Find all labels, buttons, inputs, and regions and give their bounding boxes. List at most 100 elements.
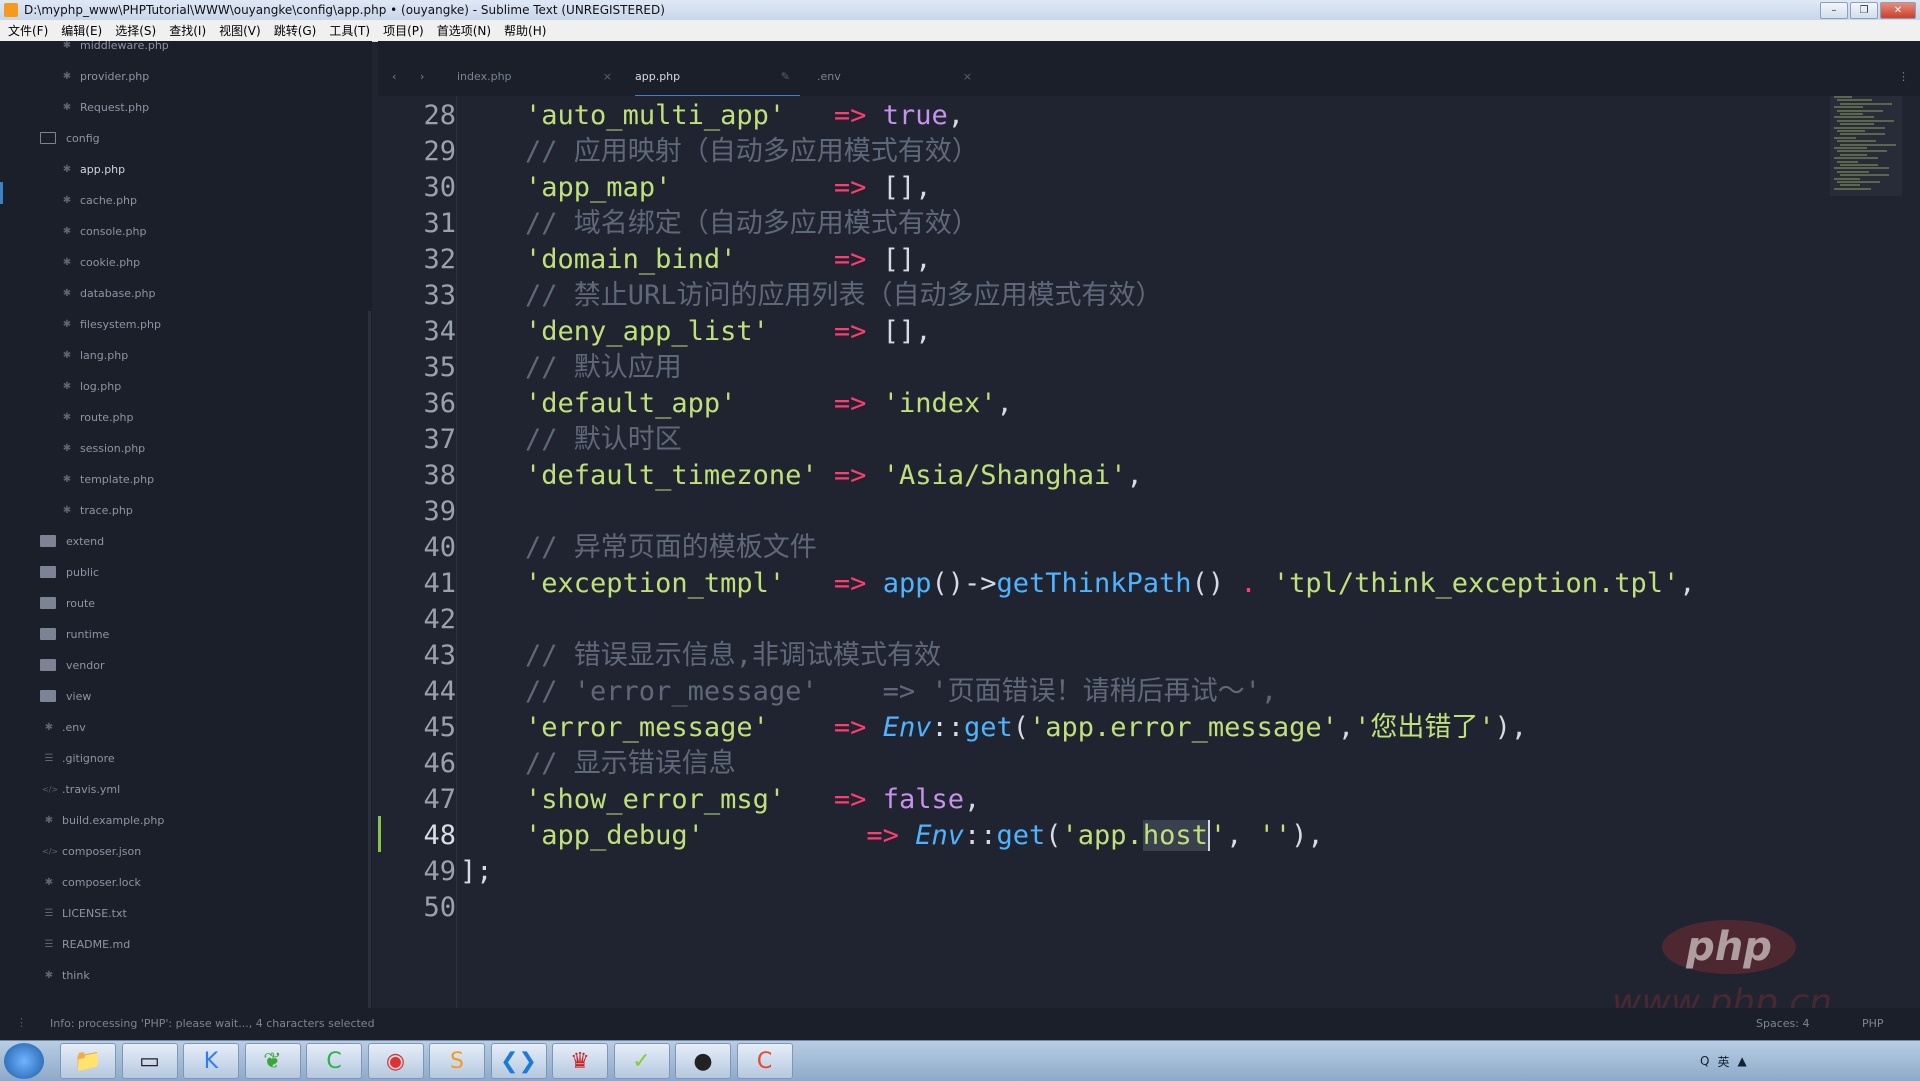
minimap[interactable] xyxy=(1830,96,1902,196)
sidebar-item-composer-json[interactable]: </> composer.json xyxy=(42,841,141,861)
code-line[interactable]: // 默认时区 xyxy=(460,422,682,458)
panel-toggle-icon[interactable]: ⋮ xyxy=(16,1016,27,1029)
sidebar-item-think[interactable]: ✱ think xyxy=(42,965,90,985)
code-line[interactable]: 'domain_bind' => [], xyxy=(460,242,931,278)
tab-env[interactable]: .env × xyxy=(817,57,972,95)
code-line[interactable]: 'exception_tmpl' => app()->getThinkPath(… xyxy=(460,566,1696,602)
restore-button[interactable]: ❐ xyxy=(1850,2,1878,19)
sidebar-item-build-example-php[interactable]: ✱ build.example.php xyxy=(42,810,165,830)
taskbar-terminal-icon[interactable]: ▭ xyxy=(121,1043,178,1079)
code-line[interactable]: // 域名绑定（自动多应用模式有效） xyxy=(460,206,979,242)
taskbar-chrome-icon[interactable]: ◉ xyxy=(367,1043,424,1079)
sidebar-item-provider-php[interactable]: ✱ provider.php xyxy=(60,66,149,86)
tab-close-icon[interactable]: × xyxy=(603,70,612,83)
code-line[interactable]: // 异常页面的模板文件 xyxy=(460,530,817,566)
code-line[interactable]: 'show_error_msg' => false, xyxy=(460,782,980,818)
tab-modified-icon[interactable]: ✎ xyxy=(781,70,790,83)
sidebar-item-console-php[interactable]: ✱ console.php xyxy=(60,221,147,241)
tab-index-php[interactable]: index.php × xyxy=(457,57,612,95)
menu-tools[interactable]: 工具(T) xyxy=(321,22,375,39)
sidebar-item-app-php[interactable]: ✱ app.php xyxy=(60,159,125,179)
sidebar-item-config[interactable]: config xyxy=(40,128,100,148)
sidebar-item-extend[interactable]: extend xyxy=(40,531,104,551)
code-line[interactable]: // 'error_message' => '页面错误！请稍后再试～', xyxy=(460,674,1277,710)
start-orb-icon[interactable] xyxy=(4,1043,44,1079)
menu-find[interactable]: 查找(I) xyxy=(161,22,211,39)
taskbar-kuaichuan-icon[interactable]: K xyxy=(183,1043,239,1079)
sidebar-item-route[interactable]: route xyxy=(40,593,95,613)
taskbar-sublime-text-icon[interactable]: S xyxy=(429,1043,485,1079)
code-line[interactable]: // 显示错误信息 xyxy=(460,746,736,782)
code-line[interactable]: 'deny_app_list' => [], xyxy=(460,314,931,350)
menu-project[interactable]: 项目(P) xyxy=(375,22,429,39)
sidebar-scrollbar[interactable] xyxy=(368,311,371,1009)
taskbar-file-explorer-icon[interactable]: 📁 xyxy=(60,1043,116,1079)
sidebar-item-vendor[interactable]: vendor xyxy=(40,655,104,675)
sidebar-item-readme-md[interactable]: ☰ README.md xyxy=(42,934,131,954)
code-area[interactable]: 'auto_multi_app' => true, // 应用映射（自动多应用模… xyxy=(460,96,1860,1008)
sidebar-item-filesystem-php[interactable]: ✱ filesystem.php xyxy=(60,314,161,334)
sidebar-item-cache-php[interactable]: ✱ cache.php xyxy=(60,190,137,210)
taskbar-leaf-app-icon[interactable]: ❦ xyxy=(244,1043,301,1079)
taskbar-pycharm-like-icon[interactable]: C xyxy=(306,1043,362,1079)
taskbar-obs-icon[interactable]: ● xyxy=(675,1043,731,1079)
sidebar-item-composer-lock[interactable]: ✱ composer.lock xyxy=(42,872,141,892)
code-line[interactable]: 'auto_multi_app' => true, xyxy=(460,98,964,134)
sidebar-item-env[interactable]: ✱ .env xyxy=(42,717,86,737)
sidebar-item-license-txt[interactable]: ☰ LICENSE.txt xyxy=(42,903,127,923)
tray-language-icon[interactable]: 英 xyxy=(1717,1053,1729,1070)
sidebar-item-template-php[interactable]: ✱ template.php xyxy=(60,469,154,489)
code-line[interactable]: 'default_app' => 'index', xyxy=(460,386,1013,422)
tray-expand-icon[interactable]: ▲ xyxy=(1737,1054,1746,1068)
sidebar-item-route-php[interactable]: ✱ route.php xyxy=(60,407,134,427)
folder-icon xyxy=(40,535,56,547)
minimize-button[interactable]: – xyxy=(1820,2,1848,19)
sidebar-item-travis-yml[interactable]: </> .travis.yml xyxy=(42,779,120,799)
code-line[interactable]: // 禁止URL访问的应用列表（自动多应用模式有效） xyxy=(460,278,1163,314)
code-line[interactable]: 'app_map' => [], xyxy=(460,170,931,206)
menu-view[interactable]: 视图(V) xyxy=(211,22,266,39)
taskbar-red-app-icon[interactable]: C xyxy=(736,1043,793,1079)
sidebar-item-cookie-php[interactable]: ✱ cookie.php xyxy=(60,252,140,272)
code-line[interactable]: // 默认应用 xyxy=(460,350,682,386)
sidebar-item-runtime[interactable]: runtime xyxy=(40,624,109,644)
sidebar-item-middleware-php[interactable]: ✱ middleware.php xyxy=(60,41,169,55)
menu-preferences[interactable]: 首选项(N) xyxy=(429,22,496,39)
sidebar-item-gitignore[interactable]: ☰ .gitignore xyxy=(42,748,115,768)
tab-close-icon[interactable]: × xyxy=(963,70,972,83)
code-line[interactable]: // 应用映射（自动多应用模式有效） xyxy=(460,134,979,170)
menu-help[interactable]: 帮助(H) xyxy=(496,22,551,39)
sidebar-item-log-php[interactable]: ✱ log.php xyxy=(60,376,121,396)
minimap-line xyxy=(1840,143,1896,146)
code-line[interactable]: ]; xyxy=(460,854,493,890)
sidebar-item-public[interactable]: public xyxy=(40,562,99,582)
indentation-setting[interactable]: Spaces: 4 xyxy=(1756,1017,1809,1030)
tab-app-php[interactable]: app.php ✎ xyxy=(635,57,800,97)
tray-ime-icon[interactable]: Q xyxy=(1700,1054,1709,1068)
menu-selection[interactable]: 选择(S) xyxy=(107,22,161,39)
sidebar-item-trace-php[interactable]: ✱ trace.php xyxy=(60,500,133,520)
tab-forward-icon[interactable]: › xyxy=(420,57,424,95)
menu-goto[interactable]: 跳转(G) xyxy=(266,22,322,39)
close-button[interactable]: ✕ xyxy=(1880,2,1916,19)
sidebar-item-view[interactable]: view xyxy=(40,686,91,706)
sidebar-item-database-php[interactable]: ✱ database.php xyxy=(60,283,156,303)
syntax-setting[interactable]: PHP xyxy=(1862,1017,1884,1030)
sidebar-item-lang-php[interactable]: ✱ lang.php xyxy=(60,345,128,365)
code-line[interactable]: 'default_timezone' => 'Asia/Shanghai', xyxy=(460,458,1143,494)
menu-file[interactable]: 文件(F) xyxy=(0,22,53,39)
code-line[interactable]: 'app_debug' => Env::get('app.host', ''), xyxy=(460,818,1324,854)
taskbar-green-app-icon[interactable]: ✓ xyxy=(613,1043,670,1079)
code-line[interactable]: // 错误显示信息,非调试模式有效 xyxy=(460,638,941,674)
code-editor[interactable]: 28 29 30 31 32 33 34 35 36 37 38 39 40 41 42 43 44 45 46 47… xyxy=(378,96,1920,1008)
taskbar-vscode-icon[interactable]: ❮❯ xyxy=(490,1043,547,1079)
tab-back-icon[interactable]: ‹ xyxy=(392,57,396,95)
sidebar-item-session-php[interactable]: ✱ session.php xyxy=(60,438,145,458)
menu-edit[interactable]: 编辑(E) xyxy=(53,22,107,39)
sidebar-item-request-php[interactable]: ✱ Request.php xyxy=(60,97,149,117)
taskbar-crown-app-icon[interactable]: ♛ xyxy=(552,1043,608,1079)
code-line[interactable]: 'error_message' => Env::get('app.error_m… xyxy=(460,710,1527,746)
tab-overflow-icon[interactable]: ⋮ xyxy=(1898,57,1909,95)
